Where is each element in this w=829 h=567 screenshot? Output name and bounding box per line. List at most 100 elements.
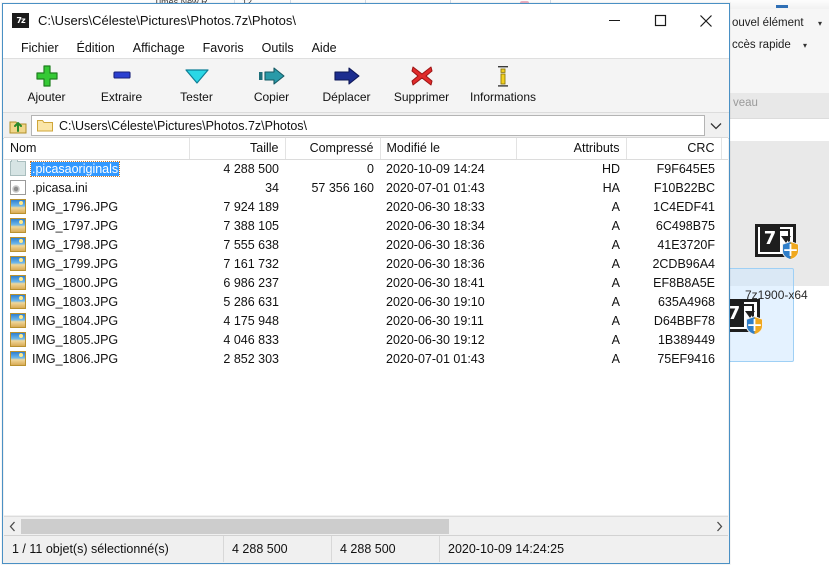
table-row[interactable]: IMG_1803.JPG 5 286 631 2020-06-30 19:10 A 63… bbox=[4, 292, 728, 311]
address-dropdown-button[interactable] bbox=[705, 114, 727, 137]
close-icon bbox=[700, 14, 712, 27]
cell-crc: 6C498B75 bbox=[655, 218, 715, 233]
table-row[interactable]: .picasa.ini 34 57 356 160 2020-07-01 01:43 H… bbox=[4, 178, 728, 197]
minimize-button[interactable] bbox=[591, 4, 637, 37]
cell-modifie: 2020-06-30 19:11 bbox=[386, 313, 484, 328]
menu-item-affichage[interactable]: Affichage bbox=[124, 39, 194, 57]
ini-file-icon bbox=[10, 180, 26, 195]
maximize-button[interactable] bbox=[637, 4, 683, 37]
file-name: IMG_1804.JPG bbox=[32, 313, 119, 328]
cell-taille: 7 161 732 bbox=[223, 256, 279, 271]
file-list-table: Nom Taille Compressé Modifié le Attribut… bbox=[4, 138, 728, 368]
seven-zip-window: 7z C:\Users\Céleste\Pictures\Photos.7z\P… bbox=[2, 3, 730, 564]
jpg-image-icon bbox=[10, 313, 26, 328]
table-row[interactable]: IMG_1805.JPG 4 046 833 2020-06-30 19:12 A 1B… bbox=[4, 330, 728, 349]
cell-nom: IMG_1799.JPG bbox=[4, 254, 189, 273]
scroll-left-button[interactable] bbox=[4, 518, 21, 535]
cell-modifie: 2020-06-30 18:41 bbox=[386, 275, 485, 290]
column-header-truncated[interactable]: C bbox=[721, 138, 728, 160]
cell-truncated bbox=[721, 273, 728, 292]
file-name: IMG_1799.JPG bbox=[32, 256, 119, 271]
column-header-nom[interactable]: Nom bbox=[4, 138, 190, 160]
folder-up-icon bbox=[9, 121, 27, 133]
jpg-image-icon bbox=[10, 237, 26, 252]
cell-compresse bbox=[285, 311, 380, 330]
check-chevron-icon bbox=[184, 64, 210, 88]
cell-taille: 7 924 189 bbox=[223, 199, 279, 214]
table-row[interactable]: IMG_1806.JPG 2 852 303 2020-07-01 01:43 A 75… bbox=[4, 349, 728, 368]
column-header-crc[interactable]: CRC bbox=[626, 138, 722, 160]
cell-attributs: A bbox=[611, 294, 620, 309]
cell-modifie: 2020-06-30 18:34 bbox=[386, 218, 485, 233]
cell-compresse bbox=[285, 216, 380, 235]
file-name: IMG_1806.JPG bbox=[32, 351, 119, 366]
cell-attributs: A bbox=[611, 351, 620, 366]
cell-compresse bbox=[285, 349, 380, 368]
column-header-taille[interactable]: Taille bbox=[189, 138, 286, 160]
scrollbar-track[interactable] bbox=[21, 518, 711, 535]
cell-taille: 4 288 500 bbox=[223, 161, 279, 176]
maximize-icon bbox=[654, 14, 666, 27]
menu-item-outils[interactable]: Outils bbox=[253, 39, 303, 57]
address-path-text: C:\Users\Céleste\Pictures\Photos.7z\Phot… bbox=[59, 118, 308, 133]
title-bar[interactable]: 7z C:\Users\Céleste\Pictures\Photos.7z\P… bbox=[3, 4, 729, 38]
toolbar-button-copier[interactable]: Copier bbox=[234, 59, 309, 111]
table-row[interactable]: .picasaoriginals 4 288 500 0 2020-10-09 14:… bbox=[4, 159, 728, 178]
table-row[interactable]: IMG_1804.JPG 4 175 948 2020-06-30 19:11 A D6… bbox=[4, 311, 728, 330]
menu-item-favoris[interactable]: Favoris bbox=[194, 39, 253, 57]
menu-item-aide[interactable]: Aide bbox=[303, 39, 346, 57]
desktop-icon-7zip-installer[interactable]: 7 bbox=[752, 222, 812, 266]
toolbar-button-tester[interactable]: Tester bbox=[159, 59, 234, 111]
menu-item-edition[interactable]: Édition bbox=[68, 39, 124, 57]
scroll-right-button[interactable] bbox=[711, 518, 728, 535]
chevron-down-icon bbox=[710, 122, 722, 129]
chevron-right-icon bbox=[717, 521, 723, 532]
cell-taille: 34 bbox=[265, 180, 279, 195]
desktop-icon-label: 7z1900-x64 bbox=[745, 288, 808, 302]
toolbar-button-informations[interactable]: Informations bbox=[459, 59, 547, 111]
chevron-left-icon bbox=[9, 521, 15, 532]
cell-truncated bbox=[721, 178, 728, 197]
cell-modifie: 2020-06-30 19:12 bbox=[386, 332, 485, 347]
cell-taille: 5 286 631 bbox=[223, 294, 279, 309]
cell-crc: 635A4968 bbox=[657, 294, 715, 309]
toolbar-button-supprimer[interactable]: Supprimer bbox=[384, 59, 459, 111]
file-list-body: .picasaoriginals 4 288 500 0 2020-10-09 14:… bbox=[4, 159, 728, 368]
toolbar-button-extraire[interactable]: Extraire bbox=[84, 59, 159, 111]
close-button[interactable] bbox=[683, 4, 729, 37]
cell-nom: IMG_1806.JPG bbox=[4, 349, 189, 368]
chevron-down-icon[interactable]: ▾ bbox=[818, 19, 822, 28]
chevron-down-icon[interactable]: ▾ bbox=[803, 41, 807, 50]
cell-crc: EF8B8A5E bbox=[653, 275, 715, 290]
status-selection: 1 / 11 objet(s) sélectionné(s) bbox=[4, 536, 224, 562]
table-row[interactable]: IMG_1799.JPG 7 161 732 2020-06-30 18:36 A 2C… bbox=[4, 254, 728, 273]
column-header-modifie[interactable]: Modifié le bbox=[380, 138, 517, 160]
cell-truncated bbox=[721, 197, 728, 216]
cell-nom: IMG_1805.JPG bbox=[4, 330, 189, 349]
column-header-compresse[interactable]: Compressé bbox=[285, 138, 381, 160]
toolbar-label: Informations bbox=[469, 90, 537, 104]
table-row[interactable]: IMG_1798.JPG 7 555 638 2020-06-30 18:36 A 41… bbox=[4, 235, 728, 254]
explorer-quick-access-label[interactable]: ccès rapide bbox=[732, 39, 791, 51]
explorer-new-item-label[interactable]: ouvel élément bbox=[732, 17, 804, 29]
column-header-attributs[interactable]: Attributs bbox=[516, 138, 627, 160]
toolbar-button-deplacer[interactable]: Déplacer bbox=[309, 59, 384, 111]
cell-truncated bbox=[721, 330, 728, 349]
scrollbar-thumb[interactable] bbox=[21, 519, 449, 534]
file-list-panel[interactable]: Nom Taille Compressé Modifié le Attribut… bbox=[4, 137, 728, 515]
toolbar-button-ajouter[interactable]: Ajouter bbox=[9, 59, 84, 111]
toolbar-label: Copier bbox=[253, 90, 290, 104]
table-row[interactable]: IMG_1796.JPG 7 924 189 2020-06-30 18:33 A 1C… bbox=[4, 197, 728, 216]
file-name: IMG_1805.JPG bbox=[32, 332, 119, 347]
jpg-image-icon bbox=[10, 294, 26, 309]
navigate-up-button[interactable] bbox=[5, 114, 31, 137]
cell-modifie: 2020-07-01 01:43 bbox=[386, 351, 485, 366]
uac-shield-icon bbox=[782, 241, 799, 260]
table-row[interactable]: IMG_1797.JPG 7 388 105 2020-06-30 18:34 A 6C… bbox=[4, 216, 728, 235]
address-input[interactable]: C:\Users\Céleste\Pictures\Photos.7z\Phot… bbox=[31, 115, 705, 136]
horizontal-scrollbar[interactable] bbox=[4, 516, 728, 536]
menu-item-fichier[interactable]: Fichier bbox=[12, 39, 68, 57]
cell-compresse bbox=[285, 292, 380, 311]
cell-attributs: A bbox=[611, 256, 620, 271]
table-row[interactable]: IMG_1800.JPG 6 986 237 2020-06-30 18:41 A EF… bbox=[4, 273, 728, 292]
